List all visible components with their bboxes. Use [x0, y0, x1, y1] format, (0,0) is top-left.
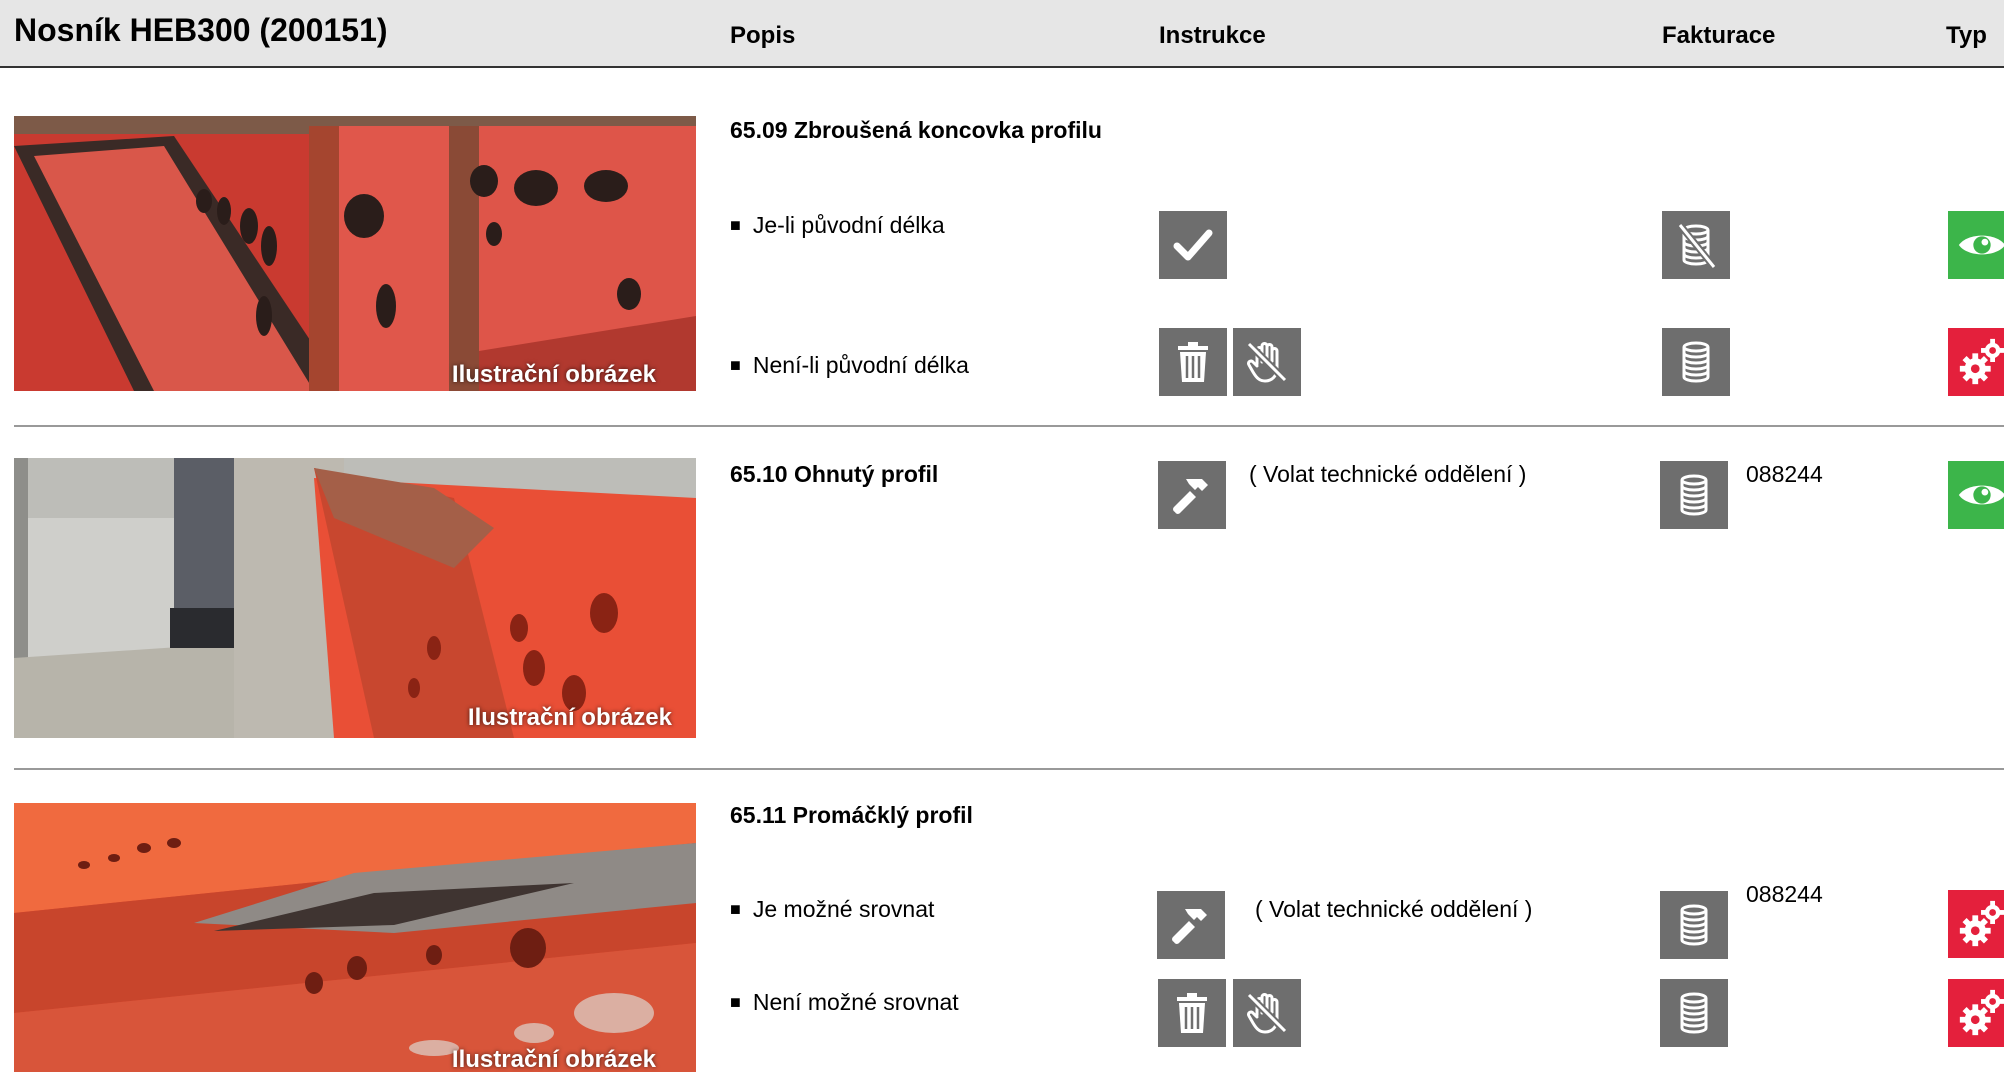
- hammer-icon[interactable]: [1158, 461, 1226, 529]
- photo-caption: Ilustrační obrázek: [467, 704, 672, 731]
- eye-icon[interactable]: [1948, 461, 2004, 529]
- item-label: Je možné srovnat: [752, 896, 935, 922]
- gears-icon[interactable]: [1948, 979, 2004, 1047]
- bullet-icon: ■: [730, 215, 741, 235]
- hammer-icon[interactable]: [1157, 891, 1225, 959]
- section-divider: [14, 768, 2004, 770]
- no-hand-icon[interactable]: [1233, 979, 1301, 1047]
- defect-photo-bent-profile: Ilustrační obrázek: [14, 458, 696, 738]
- billing-code: 088244: [1746, 881, 1823, 907]
- coins-icon[interactable]: [1660, 891, 1728, 959]
- trash-icon[interactable]: [1158, 979, 1226, 1047]
- trash-icon[interactable]: [1159, 328, 1227, 396]
- no-billing-coins-icon[interactable]: [1662, 211, 1730, 279]
- list-item: ■ Je-li původní délka: [730, 212, 945, 239]
- table-header: Nosník HEB300 (200151) Popis Instrukce F…: [0, 0, 2004, 68]
- bullet-icon: ■: [730, 355, 741, 375]
- coins-icon[interactable]: [1660, 461, 1728, 529]
- coins-icon[interactable]: [1662, 328, 1730, 396]
- section-title: 65.10 Ohnutý profil: [730, 461, 939, 487]
- photo-caption: Ilustrační obrázek: [451, 1046, 656, 1072]
- no-hand-icon[interactable]: [1233, 328, 1301, 396]
- bullet-icon: ■: [730, 992, 741, 1012]
- list-item: ■ Není-li původní délka: [730, 352, 969, 379]
- column-header-popis: Popis: [730, 22, 796, 49]
- column-header-fakturace: Fakturace: [1662, 22, 1776, 49]
- section-title: 65.11 Promáčklý profil: [730, 802, 973, 828]
- item-label: Není možné srovnat: [752, 989, 959, 1015]
- defect-photo-ground-end: Ilustrační obrázek: [14, 116, 696, 391]
- gears-icon[interactable]: [1948, 328, 2004, 396]
- defect-photo-dented-profile: Ilustrační obrázek: [14, 803, 696, 1072]
- list-item: ■ Není možné srovnat: [730, 989, 959, 1016]
- item-label: Není-li původní délka: [752, 352, 969, 378]
- column-header-typ: Typ: [1946, 22, 1987, 49]
- eye-icon[interactable]: [1948, 211, 2004, 279]
- instruction-note: ( Volat technické oddělení ): [1249, 461, 1527, 487]
- coins-icon[interactable]: [1660, 979, 1728, 1047]
- page-title: Nosník HEB300 (200151): [14, 12, 388, 48]
- gears-icon[interactable]: [1948, 890, 2004, 958]
- check-icon[interactable]: [1159, 211, 1227, 279]
- item-label: Je-li původní délka: [752, 212, 945, 238]
- billing-code: 088244: [1746, 461, 1823, 487]
- section-title: 65.09 Zbroušená koncovka profilu: [730, 117, 1102, 143]
- photo-caption: Ilustrační obrázek: [451, 361, 656, 388]
- column-header-instrukce: Instrukce: [1159, 22, 1266, 49]
- instruction-note: ( Volat technické oddělení ): [1255, 896, 1533, 922]
- list-item: ■ Je možné srovnat: [730, 896, 934, 923]
- section-divider: [14, 425, 2004, 427]
- bullet-icon: ■: [730, 899, 741, 919]
